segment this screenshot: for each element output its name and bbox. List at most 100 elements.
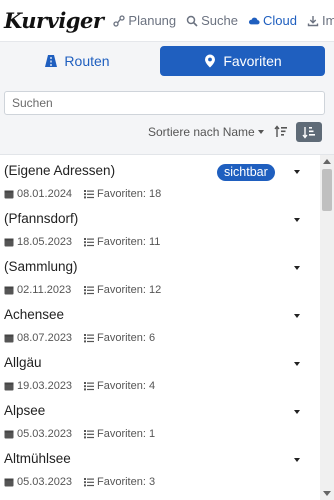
list-item-date-group: 02.11.2023 [4, 284, 84, 296]
calendar-icon [4, 334, 14, 343]
list-item[interactable]: Achensee 08.07.2023 Favoriten: 6 [0, 299, 318, 347]
list-item-count: Favoriten: 1 [97, 428, 156, 440]
list-item-meta: 05.03.2023 Favoriten: 3 [4, 476, 155, 488]
list-item-count: Favoriten: 3 [97, 476, 156, 488]
list-item[interactable]: Altmühlsee 05.03.2023 Favoriten: 3 [0, 443, 318, 491]
list-item[interactable]: (Sammlung) 02.11.2023 Favoriten: 12 [0, 251, 318, 299]
nav-planung[interactable]: Planung [113, 13, 176, 28]
list-item-name: (Eigene Adressen) [4, 163, 116, 178]
list-item-date: 19.03.2023 [17, 380, 73, 392]
import-icon [307, 15, 319, 26]
search-icon [186, 15, 198, 27]
caret-down-icon[interactable] [294, 266, 300, 270]
chevron-down-icon [257, 130, 264, 134]
list-item-name: (Sammlung) [4, 259, 78, 274]
list-item-meta: 08.01.2024 Favoriten: 18 [4, 188, 161, 200]
list-item-date-group: 19.03.2023 [4, 380, 84, 392]
list-item-meta: 19.03.2023 Favoriten: 4 [4, 380, 155, 392]
list-item-meta: 05.03.2023 Favoriten: 1 [4, 428, 155, 440]
list-icon [84, 334, 94, 343]
tab-favorites[interactable]: Favoriten [160, 46, 325, 76]
list-item-name: Alpsee [4, 403, 46, 418]
list-item-name: Altmühlsee [4, 451, 71, 466]
list-item-count: Favoriten: 18 [97, 188, 162, 200]
top-navbar: Kurviger Planung Suche Cloud Imp [0, 0, 334, 42]
list-item[interactable]: Alpsee 05.03.2023 Favoriten: 1 [0, 395, 318, 443]
list-item-count-group: Favoriten: 11 [84, 236, 160, 248]
nav-planung-label: Planung [128, 13, 177, 28]
scrollbar-thumb[interactable] [322, 169, 332, 211]
caret-down-icon[interactable] [294, 362, 300, 366]
app-logo[interactable]: Kurviger [4, 8, 104, 33]
list-item-count-group: Favoriten: 3 [84, 476, 155, 488]
visibility-badge[interactable]: sichtbar [217, 164, 275, 181]
list-item-count: Favoriten: 4 [97, 380, 156, 392]
list-item[interactable]: Allgäu 19.03.2023 Favoriten: 4 [0, 347, 318, 395]
list-item-count-group: Favoriten: 4 [84, 380, 155, 392]
sort-descending-button[interactable] [296, 122, 322, 142]
list-item-date: 18.05.2023 [17, 236, 73, 248]
caret-down-icon[interactable] [294, 458, 300, 462]
nav-cloud-label: Cloud [263, 13, 297, 28]
road-icon [45, 55, 58, 67]
list-item-date-group: 05.03.2023 [4, 476, 84, 488]
list-icon [84, 286, 94, 295]
calendar-icon [4, 238, 14, 247]
search-input[interactable] [4, 91, 325, 115]
tab-favorites-label: Favoriten [223, 53, 282, 69]
sort-row: Sortiere nach Name [0, 122, 334, 144]
tab-routes[interactable]: Routen [2, 46, 152, 76]
tab-routes-label: Routen [64, 53, 110, 69]
list-item-count: Favoriten: 11 [97, 236, 161, 248]
list-item-count: Favoriten: 12 [97, 284, 162, 296]
list-item-meta: 08.07.2023 Favoriten: 6 [4, 332, 155, 344]
map-marker-icon [205, 54, 216, 68]
list-icon [84, 382, 94, 391]
list-item-count-group: Favoriten: 12 [84, 284, 161, 296]
sort-ascending-button[interactable] [268, 122, 294, 142]
list-item-name: Allgäu [4, 355, 42, 370]
nav-import-label: Imp [321, 13, 334, 28]
list-item-count-group: Favoriten: 6 [84, 332, 155, 344]
list-item-count-group: Favoriten: 18 [84, 188, 161, 200]
list-item-date-group: 08.07.2023 [4, 332, 84, 344]
nav-cloud[interactable]: Cloud [248, 13, 297, 28]
list-icon [84, 478, 94, 487]
list-item-date: 08.01.2024 [17, 188, 73, 200]
calendar-icon [4, 382, 14, 391]
nav-import[interactable]: Imp [307, 13, 334, 28]
caret-down-icon[interactable] [294, 314, 300, 318]
sort-amount-up-icon [274, 125, 287, 137]
calendar-icon [4, 190, 14, 199]
sort-amount-down-icon [302, 127, 315, 139]
route-icon [113, 14, 126, 27]
scroll-up-arrow-icon[interactable] [323, 159, 331, 164]
favorites-list: (Eigene Adressen) sichtbar 08.01.2024 Fa… [0, 154, 334, 500]
list-icon [84, 190, 94, 199]
list-item-date: 05.03.2023 [17, 476, 73, 488]
scroll-down-arrow-icon[interactable] [323, 491, 331, 496]
list-item-name: (Pfannsdorf) [4, 211, 79, 226]
nav-suche[interactable]: Suche [186, 13, 238, 28]
list-scrollbar[interactable] [320, 155, 334, 500]
calendar-icon [4, 430, 14, 439]
list-icon [84, 430, 94, 439]
list-item-date-group: 18.05.2023 [4, 236, 84, 248]
nav-suche-label: Suche [201, 13, 239, 28]
list-item-count: Favoriten: 6 [97, 332, 156, 344]
list-item-name: Achensee [4, 307, 65, 322]
list-item-date-group: 08.01.2024 [4, 188, 84, 200]
list-item-meta: 02.11.2023 Favoriten: 12 [4, 284, 161, 296]
list-item[interactable]: (Eigene Adressen) sichtbar 08.01.2024 Fa… [0, 155, 318, 203]
sort-dropdown-label: Sortiere nach Name [148, 125, 255, 139]
caret-down-icon[interactable] [294, 410, 300, 414]
favorites-panel: Routen Favoriten Sortiere nach Name [0, 42, 334, 500]
list-item-date: 02.11.2023 [17, 284, 72, 296]
caret-down-icon[interactable] [294, 170, 300, 174]
list-item[interactable]: (Pfannsdorf) 18.05.2023 Favoriten: 11 [0, 203, 318, 251]
sort-dropdown[interactable]: Sortiere nach Name [148, 125, 264, 139]
list-item-date: 08.07.2023 [17, 332, 73, 344]
calendar-icon [4, 478, 14, 487]
cloud-icon [248, 17, 260, 24]
caret-down-icon[interactable] [294, 218, 300, 222]
